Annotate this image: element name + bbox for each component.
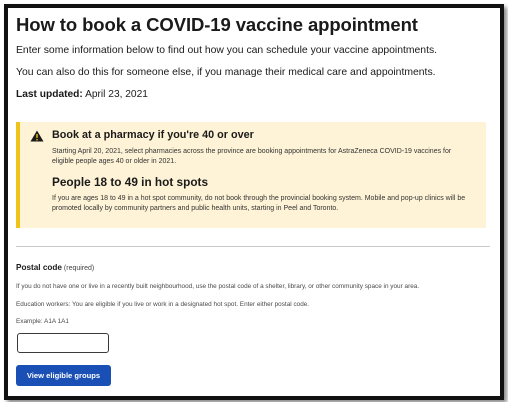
alert-text-pharmacy: Starting April 20, 2021, select pharmaci… xyxy=(52,148,452,165)
postal-code-example: Example: A1A 1A1 xyxy=(16,318,69,325)
warning-icon xyxy=(30,130,44,142)
last-updated: Last updated: April 23, 2021 xyxy=(16,89,488,100)
education-workers-hint: Education workers: You are eligible if y… xyxy=(16,301,310,308)
postal-code-input[interactable] xyxy=(17,333,109,353)
postal-code-label-text: Postal code xyxy=(16,263,62,272)
postal-code-label: Postal code (required) xyxy=(16,263,94,272)
last-updated-value: April 23, 2021 xyxy=(82,89,148,100)
alert-heading-pharmacy: Book at a pharmacy if you're 40 or over xyxy=(52,129,254,141)
pharmacy-alert: Book at a pharmacy if you're 40 or over … xyxy=(16,122,486,228)
view-eligible-groups-button[interactable]: View eligible groups xyxy=(16,365,111,386)
alert-heading-hot-spots: People 18 to 49 in hot spots xyxy=(52,175,209,189)
page-content: How to book a COVID-19 vaccine appointme… xyxy=(16,14,490,386)
intro-text-secondary: You can also do this for someone else, i… xyxy=(16,67,436,78)
page-title: How to book a COVID-19 vaccine appointme… xyxy=(16,14,418,35)
screenshot-frame: How to book a COVID-19 vaccine appointme… xyxy=(4,4,504,400)
postal-code-hint: If you do not have one or live in a rece… xyxy=(16,283,420,290)
alert-text-hot-spots: If you are ages 18 to 49 in a hot spot c… xyxy=(52,195,466,212)
intro-text: Enter some information below to find out… xyxy=(16,45,438,56)
last-updated-label: Last updated: xyxy=(16,89,83,100)
required-indicator: (required) xyxy=(61,265,95,272)
section-divider xyxy=(16,246,490,247)
